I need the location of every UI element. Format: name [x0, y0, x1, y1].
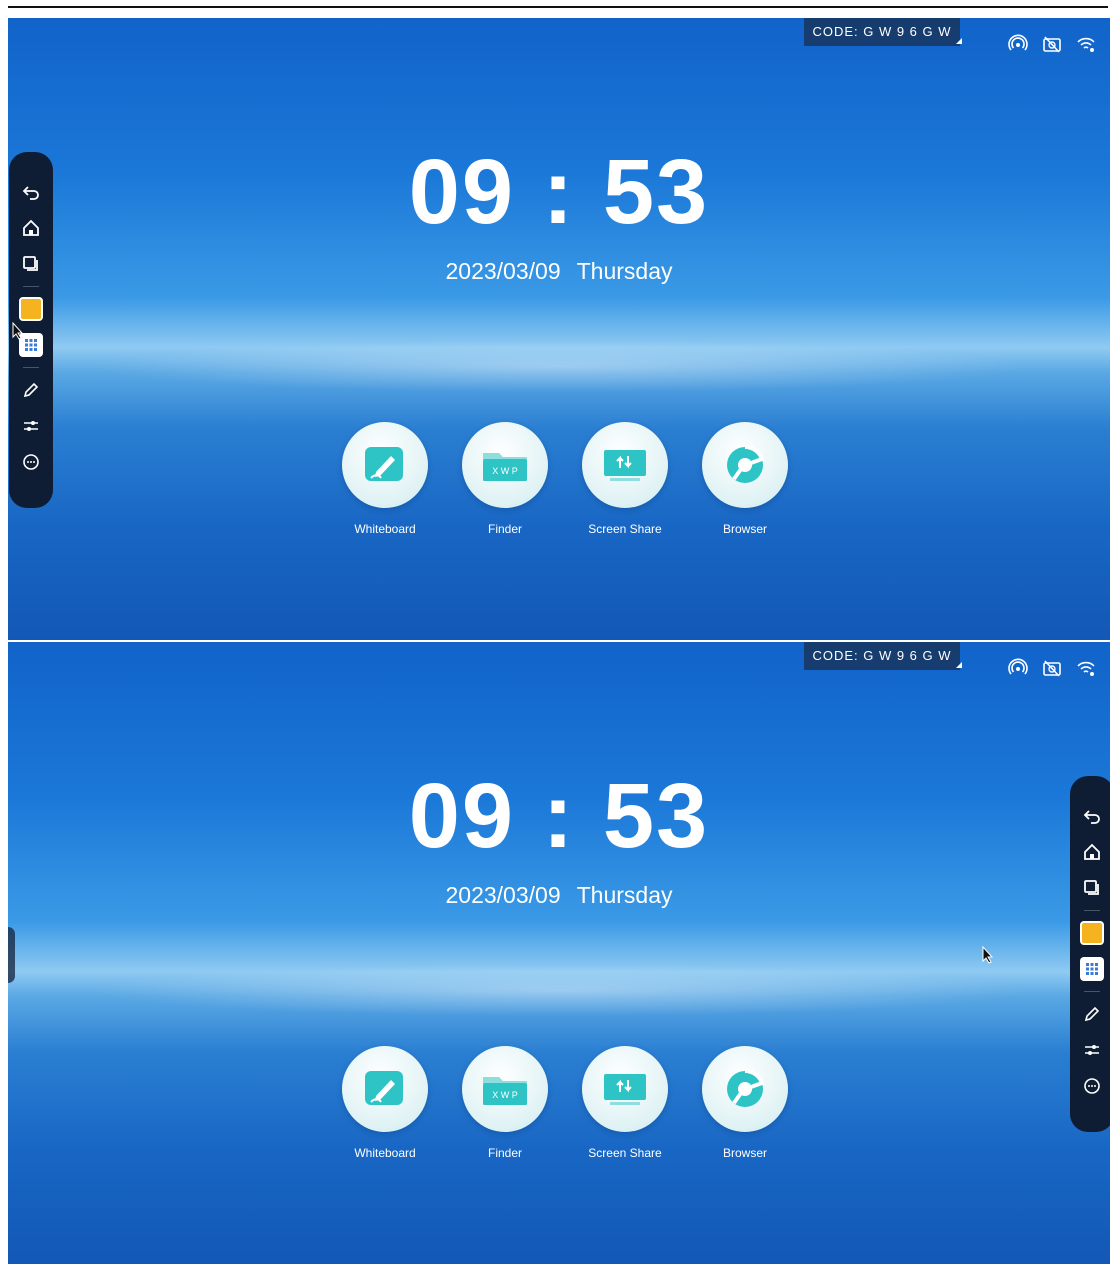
app-label: Screen Share	[588, 1146, 662, 1160]
clock-hour: 09	[408, 141, 516, 243]
app-browser[interactable]: Browser	[702, 422, 788, 536]
whiteboard-icon	[342, 422, 428, 508]
screen-share-icon	[582, 1046, 668, 1132]
code-badge[interactable]: CODE: G W 9 6 G W	[804, 642, 962, 670]
back-icon[interactable]	[18, 179, 44, 205]
clock-separator: :	[542, 765, 576, 867]
wifi-icon[interactable]	[1076, 658, 1096, 678]
finder-badge: X W P	[492, 1090, 518, 1100]
more-icon[interactable]	[18, 449, 44, 475]
wifi-icon[interactable]	[1076, 34, 1096, 54]
hotspot-icon[interactable]	[1008, 34, 1028, 54]
settings-sliders-icon[interactable]	[1079, 1037, 1105, 1063]
clock-separator: :	[542, 141, 576, 243]
screen-share-icon	[582, 422, 668, 508]
app-label: Whiteboard	[354, 522, 416, 536]
toolbar-divider	[1084, 910, 1100, 911]
home-screen-top: CODE: G W 9 6 G W 09 : 53 2023/03/09 Thur…	[8, 18, 1110, 640]
app-label: Browser	[722, 522, 767, 536]
multitask-icon[interactable]	[18, 251, 44, 277]
app-label: Finder	[487, 522, 522, 536]
settings-sliders-icon[interactable]	[18, 413, 44, 439]
clock-minute: 53	[602, 141, 710, 243]
note-app-icon[interactable]	[1079, 920, 1105, 946]
folder-icon: X W P	[462, 1046, 548, 1132]
clock-minute: 53	[602, 765, 710, 867]
app-finder[interactable]: X W P Finder	[462, 422, 548, 536]
date-weekday: Thursday	[576, 882, 673, 908]
app-finder[interactable]: X W P Finder	[462, 1046, 548, 1160]
multitask-icon[interactable]	[1079, 875, 1105, 901]
toolbar-divider	[23, 367, 39, 368]
home-screen-bottom: CODE: G W 9 6 G W 09 : 53 2023/03/09 Thur…	[8, 642, 1110, 1264]
app-label: Whiteboard	[354, 1146, 416, 1160]
toolbar-divider	[23, 286, 39, 287]
date-day: 2023/03/09	[445, 258, 561, 284]
app-whiteboard[interactable]: Whiteboard	[342, 422, 428, 536]
status-bar	[1008, 658, 1096, 678]
folder-icon: X W P	[462, 422, 548, 508]
app-label: Browser	[722, 1146, 767, 1160]
mouse-cursor-icon	[982, 946, 994, 964]
toolbar-divider	[1084, 991, 1100, 992]
pen-icon[interactable]	[18, 377, 44, 403]
more-icon[interactable]	[1079, 1073, 1105, 1099]
no-camera-icon[interactable]	[1042, 34, 1062, 54]
app-whiteboard[interactable]: Whiteboard	[342, 1046, 428, 1160]
mouse-cursor-icon	[12, 322, 24, 340]
top-divider	[8, 6, 1108, 8]
app-dock: Whiteboard X W P Finder Screen Share Bro…	[342, 422, 788, 536]
date: 2023/03/09 Thursday	[8, 258, 1110, 285]
home-icon[interactable]	[1079, 839, 1105, 865]
hotspot-icon[interactable]	[1008, 658, 1028, 678]
clock: 09 : 53	[8, 766, 1110, 866]
whiteboard-icon	[342, 1046, 428, 1132]
browser-icon	[702, 422, 788, 508]
app-screen-share[interactable]: Screen Share	[582, 1046, 668, 1160]
apps-grid-icon[interactable]	[1079, 956, 1105, 982]
finder-badge: X W P	[492, 466, 518, 476]
date: 2023/03/09 Thursday	[8, 882, 1110, 909]
clock: 09 : 53	[8, 142, 1110, 242]
date-weekday: Thursday	[576, 258, 673, 284]
app-label: Finder	[487, 1146, 522, 1160]
home-icon[interactable]	[18, 215, 44, 241]
status-bar	[1008, 34, 1096, 54]
back-icon[interactable]	[1079, 803, 1105, 829]
no-camera-icon[interactable]	[1042, 658, 1062, 678]
pen-icon[interactable]	[1079, 1001, 1105, 1027]
app-label: Screen Share	[588, 522, 662, 536]
note-app-icon[interactable]	[18, 296, 44, 322]
code-badge[interactable]: CODE: G W 9 6 G W	[804, 18, 962, 46]
app-browser[interactable]: Browser	[702, 1046, 788, 1160]
date-day: 2023/03/09	[445, 882, 561, 908]
app-dock: Whiteboard X W P Finder Screen Share Bro…	[342, 1046, 788, 1160]
browser-icon	[702, 1046, 788, 1132]
clock-hour: 09	[408, 765, 516, 867]
toolbar-collapse-handle[interactable]	[8, 927, 15, 983]
app-screen-share[interactable]: Screen Share	[582, 422, 668, 536]
floating-toolbar-right	[1070, 776, 1110, 1132]
